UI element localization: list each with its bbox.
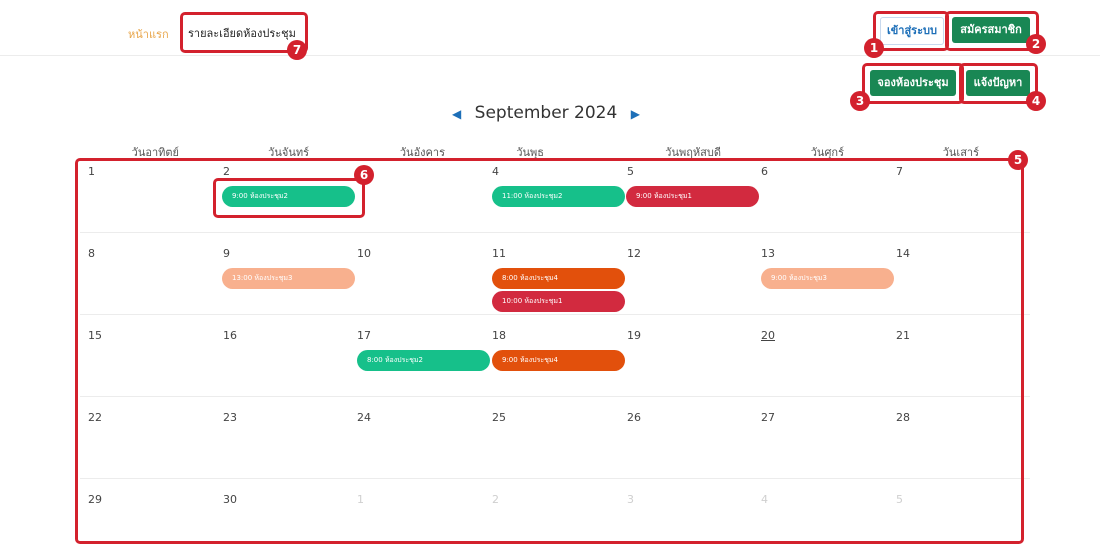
annotation-badge: 6	[354, 165, 374, 185]
annotation-box-2	[945, 11, 1039, 51]
nav-home-link[interactable]: หน้าแรก	[128, 25, 169, 43]
annotation-box-3	[862, 63, 964, 104]
month-title: September 2024	[474, 103, 618, 123]
annotation-badge: 5	[1008, 150, 1028, 170]
annotation-badge: 1	[864, 38, 884, 58]
annotation-box-1	[873, 11, 949, 51]
next-month-icon[interactable]: ▶	[631, 107, 640, 121]
month-navigator: ◀ September 2024 ▶	[0, 103, 1100, 123]
annotation-badge: 7	[287, 40, 307, 60]
annotation-box-6	[213, 178, 365, 218]
annotation-badge: 3	[850, 91, 870, 111]
prev-month-icon[interactable]: ◀	[452, 107, 461, 121]
annotation-badge: 2	[1026, 34, 1046, 54]
header-divider	[0, 55, 1100, 56]
annotation-badge: 4	[1026, 91, 1046, 111]
